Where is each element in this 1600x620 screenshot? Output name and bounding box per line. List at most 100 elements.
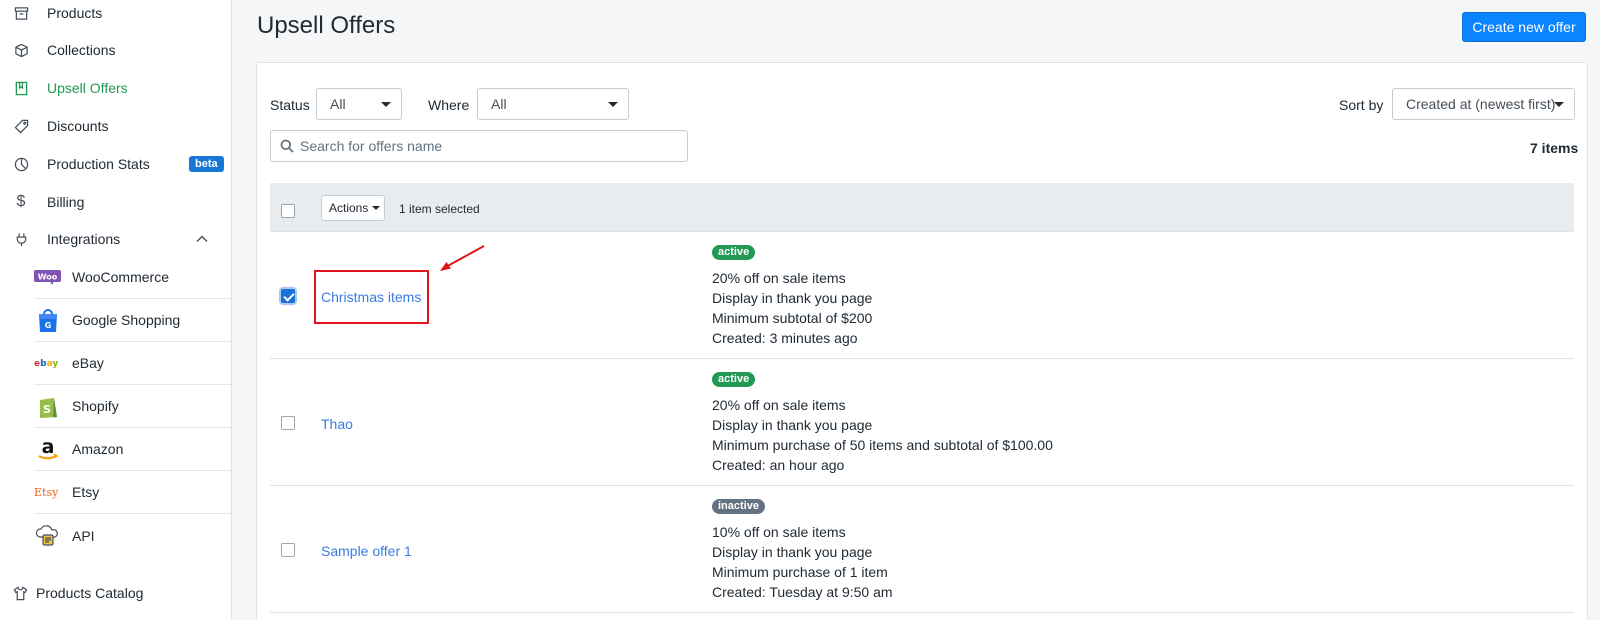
svg-text:G: G bbox=[44, 321, 51, 330]
sidebar-item-production-stats[interactable]: Production Stats beta bbox=[0, 145, 232, 183]
offer-discount: 20% off on sale items bbox=[712, 270, 846, 286]
sidebar-item-products-catalog[interactable]: Products Catalog bbox=[0, 574, 232, 612]
row-checkbox[interactable] bbox=[281, 289, 295, 303]
svg-text:Woo: Woo bbox=[38, 273, 58, 282]
etsy-logo-icon: Etsy bbox=[34, 479, 61, 506]
sidebar: Products Collections Upsell Offers Disco… bbox=[0, 0, 232, 620]
integration-label: Etsy bbox=[72, 484, 100, 500]
caret-down-icon bbox=[372, 206, 381, 210]
offer-display-location: Display in thank you page bbox=[712, 290, 873, 306]
sidebar-item-label: Billing bbox=[47, 194, 85, 210]
offer-display-location: Display in thank you page bbox=[712, 417, 873, 433]
svg-text:a: a bbox=[41, 436, 54, 458]
caret-down-icon bbox=[381, 102, 391, 107]
integration-item-etsy[interactable]: Etsy Etsy bbox=[34, 471, 232, 514]
integration-label: WooCommerce bbox=[72, 269, 169, 285]
integration-item-ebay[interactable]: ebay eBay bbox=[34, 342, 232, 385]
integration-item-woocommerce[interactable]: Woo WooCommerce bbox=[34, 256, 232, 299]
row-checkbox[interactable] bbox=[281, 543, 295, 557]
archive-box-icon bbox=[12, 4, 30, 22]
sidebar-item-products[interactable]: Products bbox=[0, 0, 232, 32]
integration-item-amazon[interactable]: a Amazon bbox=[34, 428, 232, 471]
chevron-up-icon[interactable] bbox=[195, 232, 209, 249]
integration-label: Shopify bbox=[72, 398, 119, 414]
tag-icon bbox=[12, 117, 30, 135]
status-badge: inactive bbox=[712, 499, 765, 514]
offer-condition: Minimum subtotal of $200 bbox=[712, 310, 873, 326]
status-badge: active bbox=[712, 372, 756, 387]
offer-name-link[interactable]: Thao bbox=[321, 416, 353, 432]
actions-label: Actions bbox=[329, 201, 369, 215]
shirt-icon bbox=[12, 585, 28, 601]
create-new-offer-button[interactable]: Create new offer bbox=[1462, 12, 1586, 42]
where-select-value: All bbox=[491, 96, 507, 112]
search-icon bbox=[280, 139, 294, 153]
offer-name-link[interactable]: Sample offer 1 bbox=[321, 543, 412, 559]
status-filter-label: Status bbox=[270, 97, 310, 113]
sort-select[interactable]: Created at (newest first) bbox=[1392, 88, 1575, 120]
pie-chart-icon bbox=[12, 155, 30, 173]
offer-condition: Minimum purchase of 50 items and subtota… bbox=[712, 437, 1053, 453]
sort-select-value: Created at (newest first) bbox=[1406, 96, 1556, 112]
sort-by-label: Sort by bbox=[1339, 97, 1384, 113]
selection-count: 1 item selected bbox=[399, 202, 480, 216]
offer-created-at: Created: 3 minutes ago bbox=[712, 330, 858, 346]
row-checkbox[interactable] bbox=[281, 416, 295, 430]
actions-dropdown-button[interactable]: Actions bbox=[321, 195, 385, 221]
offer-created-at: Created: Tuesday at 9:50 am bbox=[712, 584, 893, 600]
select-all-checkbox[interactable] bbox=[281, 204, 295, 218]
search-input[interactable] bbox=[300, 132, 660, 160]
shopify-bag-icon: S bbox=[34, 393, 61, 420]
integration-item-google-shopping[interactable]: G Google Shopping bbox=[34, 299, 232, 342]
items-count: 7 items bbox=[1530, 140, 1579, 156]
integration-label: eBay bbox=[72, 355, 104, 371]
where-select[interactable]: All bbox=[477, 88, 629, 120]
sidebar-item-collections[interactable]: Collections bbox=[0, 31, 232, 69]
status-badge: active bbox=[712, 245, 756, 260]
integration-item-shopify[interactable]: S Shopify bbox=[34, 385, 232, 428]
google-shopping-bag-icon: G bbox=[34, 307, 61, 334]
sidebar-item-label: Production Stats bbox=[47, 156, 150, 172]
sidebar-item-label: Collections bbox=[47, 42, 116, 58]
offer-discount: 10% off on sale items bbox=[712, 524, 846, 540]
offer-row: Sample offer 1 inactive 10% off on sale … bbox=[270, 486, 1574, 613]
integration-label: Google Shopping bbox=[72, 312, 181, 328]
cube-icon bbox=[12, 41, 30, 59]
sidebar-item-label: Discounts bbox=[47, 118, 109, 134]
offer-created-at: Created: an hour ago bbox=[712, 457, 845, 473]
amazon-logo-icon: a bbox=[34, 436, 61, 463]
offer-display-location: Display in thank you page bbox=[712, 544, 873, 560]
annotation-arrow-icon bbox=[440, 245, 485, 271]
ebay-logo-icon: ebay bbox=[34, 350, 61, 377]
svg-text:S: S bbox=[43, 403, 51, 416]
svg-text:ebay: ebay bbox=[34, 359, 58, 369]
status-select[interactable]: All bbox=[316, 88, 402, 120]
offer-discount: 20% off on sale items bbox=[712, 397, 846, 413]
sidebar-item-integrations[interactable]: Integrations bbox=[0, 220, 232, 258]
sidebar-item-billing[interactable]: $ Billing bbox=[0, 183, 232, 221]
offer-row: Thao active 20% off on sale items Displa… bbox=[270, 359, 1574, 486]
where-filter-label: Where bbox=[428, 97, 470, 113]
integration-label: Amazon bbox=[72, 441, 124, 457]
search-field[interactable] bbox=[270, 130, 688, 162]
annotation-highlight-box bbox=[314, 270, 429, 324]
sidebar-item-upsell-offers[interactable]: Upsell Offers bbox=[0, 69, 232, 107]
integration-item-api[interactable]: API bbox=[34, 514, 232, 557]
plug-icon bbox=[12, 230, 30, 248]
dollar-icon: $ bbox=[16, 193, 26, 210]
sidebar-item-label: Upsell Offers bbox=[47, 80, 128, 96]
page-title: Upsell Offers bbox=[257, 12, 396, 39]
beta-badge: beta bbox=[189, 156, 224, 172]
woocommerce-logo-icon: Woo bbox=[34, 264, 61, 291]
sidebar-item-discounts[interactable]: Discounts bbox=[0, 107, 232, 145]
book-icon bbox=[12, 79, 30, 97]
integration-label: API bbox=[72, 527, 95, 544]
sidebar-item-label: Integrations bbox=[47, 231, 121, 247]
svg-text:Etsy: Etsy bbox=[34, 486, 59, 499]
caret-down-icon bbox=[608, 102, 618, 107]
caret-down-icon bbox=[1554, 102, 1564, 107]
status-select-value: All bbox=[330, 96, 346, 112]
sidebar-item-label: Products bbox=[47, 5, 103, 21]
api-cloud-icon bbox=[34, 522, 61, 549]
sidebar-item-label: Products Catalog bbox=[36, 585, 144, 601]
